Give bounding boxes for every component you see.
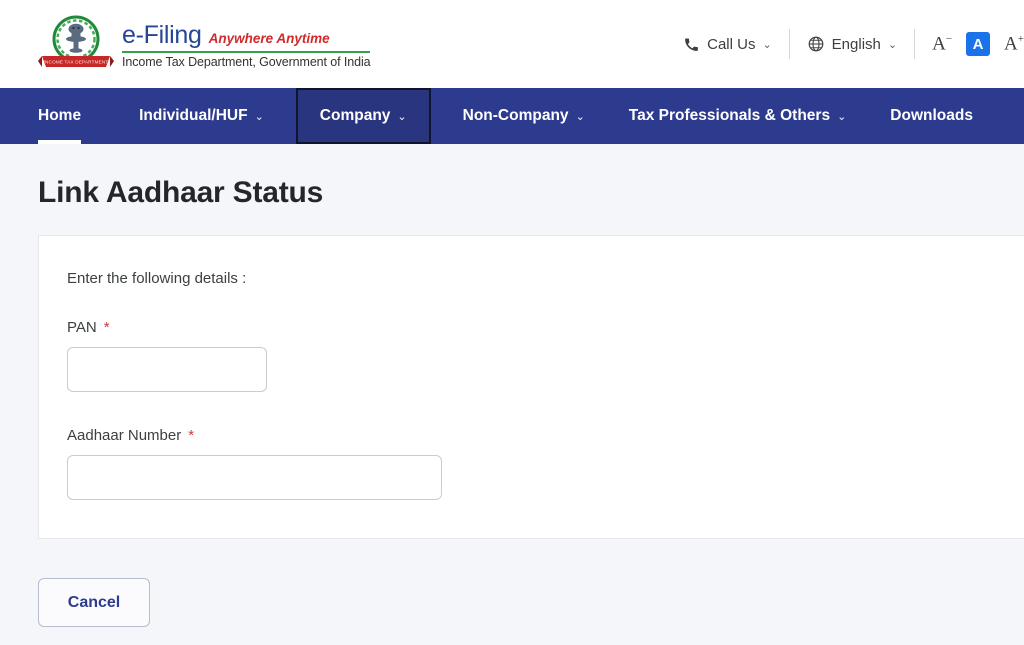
required-asterisk: *	[103, 319, 110, 336]
chevron-down-icon: ⌄	[887, 38, 898, 51]
font-size-normal-button[interactable]: A	[966, 32, 991, 56]
chevron-down-icon: ⌄	[837, 110, 847, 123]
brand-logo[interactable]: INCOME TAX DEPARTMENT e-Filing Anywhere …	[38, 13, 371, 75]
language-label: English	[831, 35, 881, 53]
cancel-button[interactable]: Cancel	[38, 578, 150, 627]
call-us-menu[interactable]: Call Us ⌄	[666, 36, 789, 53]
nav-item-label: Downloads	[890, 107, 973, 124]
call-us-label: Call Us	[707, 35, 756, 53]
page-title: Link Aadhaar Status	[38, 176, 324, 209]
nav-item-label: Home	[38, 107, 82, 124]
nav-item-label: Company	[319, 107, 391, 124]
nav-item-label: Individual/HUF	[139, 107, 248, 124]
aadhaar-number-input[interactable]	[67, 455, 442, 500]
aadhaar-field-label: Aadhaar Number *	[67, 427, 1024, 444]
font-size-increase-button[interactable]: A+	[1004, 34, 1024, 54]
phone-icon	[685, 37, 698, 51]
link-aadhaar-form-card: Enter the following details : PAN * Aadh…	[38, 235, 1024, 539]
brand-efiling-text: e-Filing	[122, 21, 202, 49]
header-utility-bar: Call Us ⌄ English ⌄ A− A A+	[666, 0, 1024, 88]
font-size-controls: A− A A+	[915, 32, 1024, 56]
chevron-down-icon: ⌄	[575, 110, 585, 123]
font-size-decrease-button[interactable]: A−	[932, 34, 952, 54]
brand-wordmark: e-Filing Anywhere Anytime Income Tax Dep…	[122, 19, 371, 69]
site-header: INCOME TAX DEPARTMENT e-Filing Anywhere …	[0, 0, 1024, 88]
nav-item-label: Tax Professionals & Others	[628, 107, 831, 124]
brand-department-line: Income Tax Department, Government of Ind…	[122, 55, 371, 69]
pan-label-text: PAN	[67, 319, 97, 336]
aadhaar-label-text: Aadhaar Number	[67, 427, 182, 444]
nav-item-label: Non-Company	[462, 107, 569, 124]
language-menu[interactable]: English ⌄	[790, 35, 914, 53]
main-navigation: Home Individual/HUF ⌄ Company ⌄ Non-Comp…	[0, 88, 1024, 144]
nav-item-downloads[interactable]: Downloads	[868, 88, 995, 144]
nav-item-tax-professionals[interactable]: Tax Professionals & Others ⌄	[607, 88, 869, 144]
nav-item-individual-huf[interactable]: Individual/HUF ⌄	[117, 88, 286, 144]
income-tax-department-emblem-icon: INCOME TAX DEPARTMENT	[38, 15, 114, 67]
form-actions: Cancel	[38, 578, 1024, 627]
nav-item-home[interactable]: Home	[38, 88, 117, 144]
chevron-down-icon: ⌄	[254, 110, 264, 123]
pan-field-label: PAN *	[67, 319, 1024, 336]
chevron-down-icon: ⌄	[762, 38, 772, 51]
svg-text:INCOME TAX DEPARTMENT: INCOME TAX DEPARTMENT	[44, 59, 109, 64]
nav-item-company[interactable]: Company ⌄	[295, 88, 431, 144]
form-intro-text: Enter the following details :	[67, 270, 247, 287]
globe-icon	[808, 36, 824, 52]
pan-input[interactable]	[67, 347, 267, 392]
nav-item-non-company[interactable]: Non-Company ⌄	[441, 88, 607, 144]
chevron-down-icon: ⌄	[397, 110, 407, 123]
required-asterisk: *	[188, 427, 195, 444]
brand-tagline: Anywhere Anytime	[208, 31, 330, 46]
